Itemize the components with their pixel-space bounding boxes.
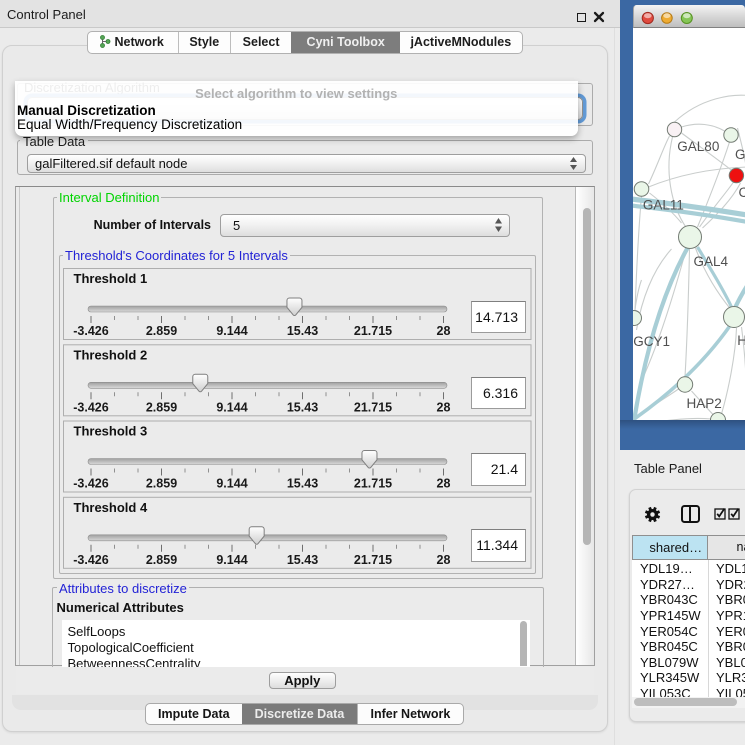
svg-text:15.43: 15.43: [287, 476, 318, 490]
svg-text:-3.426: -3.426: [73, 476, 108, 490]
svg-text:2.859: 2.859: [146, 552, 177, 566]
svg-text:28: 28: [437, 476, 451, 490]
svg-text:9.144: 9.144: [216, 400, 247, 414]
svg-text:GAL11: GAL11: [642, 198, 683, 213]
svg-text:28: 28: [437, 324, 451, 338]
svg-text:2.859: 2.859: [146, 400, 177, 414]
svg-text:CDC6: CDC6: [738, 185, 745, 200]
svg-text:GAL4: GAL4: [693, 254, 728, 269]
svg-text:HAP2: HAP2: [686, 396, 721, 411]
svg-text:-3.426: -3.426: [73, 400, 108, 414]
svg-text:Threshold 4: Threshold 4: [74, 499, 148, 514]
svg-text:28: 28: [437, 552, 451, 566]
svg-text:Threshold 1: Threshold 1: [74, 271, 148, 286]
svg-text:HAP4: HAP4: [737, 333, 745, 348]
svg-text:28: 28: [437, 400, 451, 414]
svg-text:GAL80: GAL80: [677, 139, 719, 154]
svg-text:15.43: 15.43: [287, 400, 318, 414]
svg-text:21.715: 21.715: [354, 324, 392, 338]
svg-text:21.715: 21.715: [354, 476, 392, 490]
svg-text:15.43: 15.43: [287, 324, 318, 338]
svg-text:GCY1: GCY1: [633, 334, 670, 349]
svg-text:Threshold 2: Threshold 2: [74, 347, 148, 362]
svg-text:15.43: 15.43: [287, 552, 318, 566]
svg-text:2.859: 2.859: [146, 324, 177, 338]
svg-text:GAL3: GAL3: [735, 147, 745, 162]
svg-text:9.144: 9.144: [216, 476, 247, 490]
svg-text:-3.426: -3.426: [73, 552, 108, 566]
svg-text:21.715: 21.715: [354, 552, 392, 566]
svg-text:21.715: 21.715: [354, 400, 392, 414]
svg-text:2.859: 2.859: [146, 476, 177, 490]
svg-text:9.144: 9.144: [216, 552, 247, 566]
svg-text:-3.426: -3.426: [73, 324, 108, 338]
svg-text:Threshold 3: Threshold 3: [74, 423, 148, 438]
svg-text:9.144: 9.144: [216, 324, 247, 338]
